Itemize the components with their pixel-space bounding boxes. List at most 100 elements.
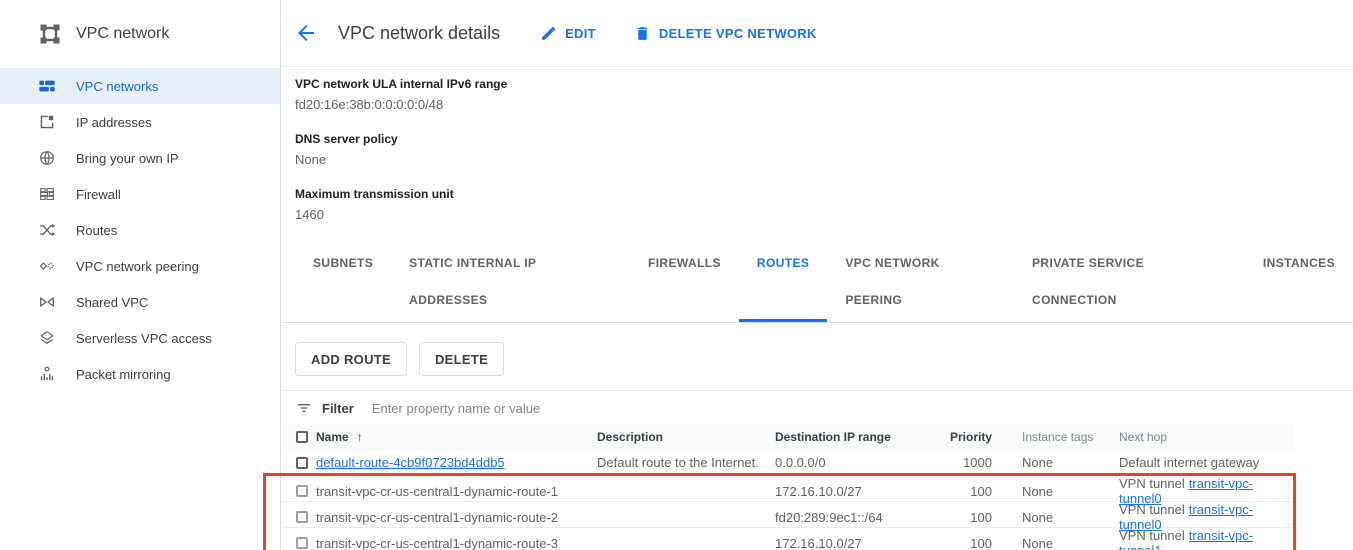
main-content: VPC network details EDIT DELETE VPC NETW… bbox=[282, 0, 1353, 550]
route-next-hop: VPN tunneltransit-vpc-tunnel1 bbox=[1119, 528, 1294, 550]
peering-icon bbox=[38, 257, 56, 275]
column-header-next-hop[interactable]: Next hop bbox=[1119, 430, 1294, 444]
tab-private-service-connection[interactable]: PRIVATE SERVICE CONNECTION bbox=[1014, 245, 1245, 322]
sidebar-nav: VPC networks IP addresses Bring your own I… bbox=[0, 68, 280, 392]
sidebar-item-label: Bring your own IP bbox=[76, 151, 179, 166]
sidebar-header: VPC network bbox=[0, 0, 280, 68]
sidebar-item-ip-addresses[interactable]: IP addresses bbox=[0, 104, 280, 140]
route-name: transit-vpc-cr-us-central1-dynamic-route… bbox=[316, 536, 558, 550]
sidebar-item-vpc-network-peering[interactable]: VPC network peering bbox=[0, 248, 280, 284]
delete-vpc-network-button-label: DELETE VPC NETWORK bbox=[659, 26, 817, 41]
row-checkbox[interactable] bbox=[296, 485, 308, 497]
trash-icon bbox=[634, 25, 651, 42]
route-name: transit-vpc-cr-us-central1-dynamic-route… bbox=[316, 484, 558, 499]
route-priority: 100 bbox=[935, 510, 992, 525]
table-row: transit-vpc-cr-us-central1-dynamic-route… bbox=[282, 476, 1294, 502]
ip-addresses-icon bbox=[38, 113, 56, 131]
sidebar-item-label: Firewall bbox=[76, 187, 121, 202]
sidebar-item-packet-mirroring[interactable]: Packet mirroring bbox=[0, 356, 280, 392]
firewall-icon bbox=[38, 185, 56, 203]
table-body: default-route-4cb9f0723bd4ddb5 Default ro… bbox=[282, 450, 1294, 550]
tab-static-internal-ip-addresses[interactable]: STATIC INTERNAL IP ADDRESSES bbox=[391, 245, 630, 322]
route-priority: 100 bbox=[935, 484, 992, 499]
route-destination-ip-range: 172.16.10.0/27 bbox=[775, 536, 935, 550]
row-checkbox[interactable] bbox=[296, 537, 308, 549]
tab-instances[interactable]: INSTANCES bbox=[1245, 245, 1353, 322]
tab-bar: SUBNETSSTATIC INTERNAL IP ADDRESSESFIREW… bbox=[282, 245, 1353, 323]
pencil-icon bbox=[540, 25, 557, 42]
row-checkbox[interactable] bbox=[296, 457, 308, 469]
select-all-checkbox[interactable] bbox=[296, 431, 308, 443]
sidebar-item-label: IP addresses bbox=[76, 115, 152, 130]
filter-list-icon bbox=[296, 400, 312, 416]
column-header-instance-tags[interactable]: Instance tags bbox=[992, 430, 1119, 444]
tab-routes[interactable]: ROUTES bbox=[739, 245, 827, 322]
back-arrow-icon[interactable] bbox=[294, 21, 318, 45]
field-label: DNS server policy bbox=[295, 131, 1353, 148]
route-next-hop: Default internet gateway bbox=[1119, 455, 1294, 470]
edit-button-label: EDIT bbox=[565, 26, 596, 41]
sidebar-item-label: Routes bbox=[76, 223, 117, 238]
packet-mirroring-icon bbox=[38, 365, 56, 383]
route-destination-ip-range: 172.16.10.0/27 bbox=[775, 484, 935, 499]
field-label: Maximum transmission unit bbox=[295, 186, 1353, 203]
sidebar-item-label: Packet mirroring bbox=[76, 367, 171, 382]
sidebar-item-bring-your-own-ip[interactable]: Bring your own IP bbox=[0, 140, 280, 176]
sidebar-item-label: Shared VPC bbox=[76, 295, 148, 310]
sidebar-item-serverless-vpc-access[interactable]: Serverless VPC access bbox=[0, 320, 280, 356]
filter-input[interactable] bbox=[372, 401, 772, 416]
field-ula-ipv6-range: VPC network ULA internal IPv6 range fd20… bbox=[295, 76, 1353, 114]
next-hop-type: VPN tunnel bbox=[1119, 476, 1185, 491]
delete-button[interactable]: DELETE bbox=[419, 342, 504, 376]
page-header: VPC network details EDIT DELETE VPC NETW… bbox=[282, 0, 1353, 67]
filter-bar: Filter bbox=[282, 391, 1353, 424]
field-value: fd20:16e:38b:0:0:0:0:0/48 bbox=[295, 96, 1353, 114]
edit-button[interactable]: EDIT bbox=[540, 25, 596, 42]
route-description: Default route to the Internet. bbox=[597, 455, 775, 470]
routes-icon bbox=[38, 221, 56, 239]
column-header-description[interactable]: Description bbox=[597, 430, 775, 444]
next-hop-type: VPN tunnel bbox=[1119, 502, 1185, 517]
sidebar-item-routes[interactable]: Routes bbox=[0, 212, 280, 248]
table-header-row: Name↑ Description Destination IP range P… bbox=[282, 424, 1294, 450]
next-hop-type: Default internet gateway bbox=[1119, 455, 1259, 470]
field-mtu: Maximum transmission unit 1460 bbox=[295, 186, 1353, 224]
field-value: None bbox=[295, 151, 1353, 169]
vpc-network-details-page: VPC network VPC networks IP addresses Brin… bbox=[0, 0, 1353, 550]
delete-vpc-network-button[interactable]: DELETE VPC NETWORK bbox=[634, 25, 817, 42]
sort-ascending-icon: ↑ bbox=[357, 430, 363, 444]
sidebar: VPC network VPC networks IP addresses Brin… bbox=[0, 0, 281, 550]
route-instance-tags: None bbox=[992, 510, 1119, 525]
route-priority: 1000 bbox=[935, 455, 992, 470]
network-details: VPC network ULA internal IPv6 range fd20… bbox=[282, 67, 1353, 224]
tab-firewalls[interactable]: FIREWALLS bbox=[630, 245, 739, 322]
column-header-destination[interactable]: Destination IP range bbox=[775, 430, 935, 444]
column-header-priority[interactable]: Priority bbox=[935, 430, 992, 444]
sidebar-item-label: VPC networks bbox=[76, 79, 158, 94]
tab-subnets[interactable]: SUBNETS bbox=[295, 245, 391, 322]
sidebar-item-label: Serverless VPC access bbox=[76, 331, 212, 346]
row-checkbox[interactable] bbox=[296, 511, 308, 523]
add-route-button[interactable]: ADD ROUTE bbox=[295, 342, 407, 376]
sidebar-item-label: VPC network peering bbox=[76, 259, 199, 274]
tab-vpc-network-peering[interactable]: VPC NETWORK PEERING bbox=[827, 245, 1014, 322]
page-title: VPC network details bbox=[338, 23, 500, 44]
route-destination-ip-range: fd20:289:9ec1::/64 bbox=[775, 510, 935, 525]
app-title: VPC network bbox=[76, 25, 169, 43]
route-name-link[interactable]: default-route-4cb9f0723bd4ddb5 bbox=[316, 455, 505, 470]
table-row: transit-vpc-cr-us-central1-dynamic-route… bbox=[282, 502, 1294, 528]
column-header-name[interactable]: Name↑ bbox=[316, 430, 597, 444]
route-instance-tags: None bbox=[992, 455, 1119, 470]
next-hop-type: VPN tunnel bbox=[1119, 528, 1185, 543]
table-row: default-route-4cb9f0723bd4ddb5 Default ro… bbox=[282, 450, 1294, 476]
sidebar-item-shared-vpc[interactable]: Shared VPC bbox=[0, 284, 280, 320]
table-row: transit-vpc-cr-us-central1-dynamic-route… bbox=[282, 528, 1294, 550]
globe-icon bbox=[38, 149, 56, 167]
field-value: 1460 bbox=[295, 206, 1353, 224]
route-instance-tags: None bbox=[992, 536, 1119, 550]
sidebar-item-firewall[interactable]: Firewall bbox=[0, 176, 280, 212]
sidebar-item-vpc-networks[interactable]: VPC networks bbox=[0, 68, 280, 104]
vpc-networks-icon bbox=[38, 77, 56, 95]
serverless-vpc-icon bbox=[38, 329, 56, 347]
field-label: VPC network ULA internal IPv6 range bbox=[295, 76, 1353, 93]
